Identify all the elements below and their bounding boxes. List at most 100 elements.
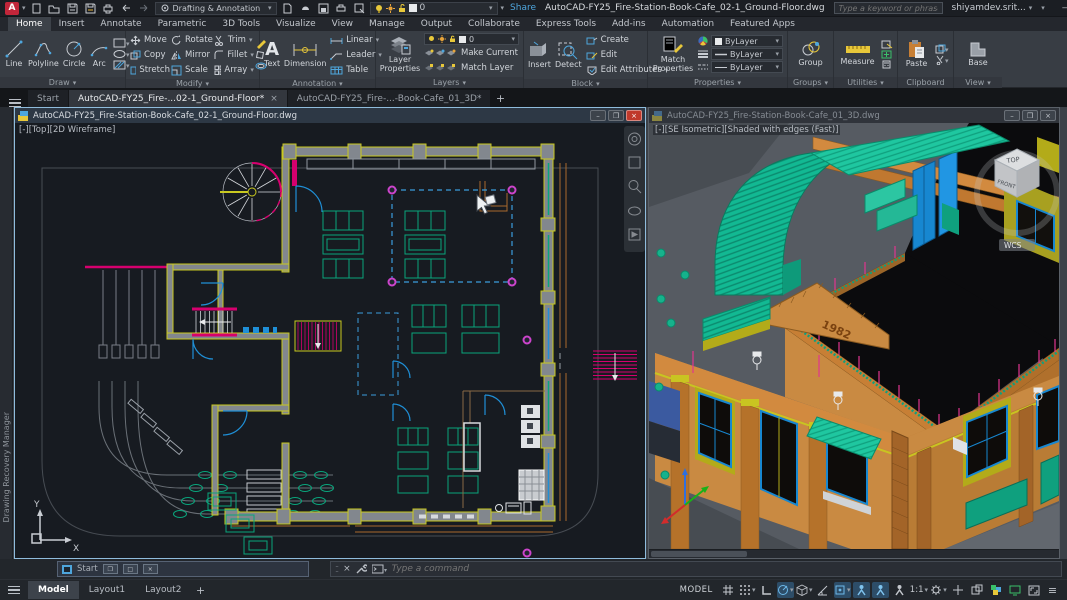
scale-button[interactable]: Scale xyxy=(171,63,213,77)
annotation-scale-value[interactable]: 1:1▾ xyxy=(910,582,928,598)
command-close-icon[interactable]: × xyxy=(343,564,351,574)
quick-select-icon[interactable] xyxy=(881,40,893,49)
plan-drawing-window[interactable]: AutoCAD-FY25_Fire-Station-Book-Cafe_02-1… xyxy=(14,107,646,559)
layer-quick-combo[interactable]: 0 ▾ xyxy=(370,2,498,15)
redo-icon[interactable] xyxy=(137,2,152,15)
drawing-recovery-panel[interactable]: Drawing Recovery Manager xyxy=(0,107,13,559)
panel-footer-clipboard[interactable]: Clipboard xyxy=(898,77,953,88)
detect-button[interactable]: Detect xyxy=(555,40,582,69)
annotation-autoscale-icon[interactable] xyxy=(872,582,889,598)
floor-plan-drawing[interactable]: Y X xyxy=(15,123,645,558)
scroll-thumb[interactable] xyxy=(651,551,747,557)
panel-footer-layers[interactable]: Layers▾ xyxy=(376,77,523,88)
tab-parametric[interactable]: Parametric xyxy=(150,17,215,31)
render-icon[interactable] xyxy=(298,2,313,15)
new-drawing-tab-button[interactable]: + xyxy=(491,90,509,107)
autodesk-dropdown-icon[interactable]: ▾ xyxy=(1041,4,1045,12)
workspace-switcher[interactable]: Drafting & Annotation ▾ xyxy=(155,2,277,15)
tab-home[interactable]: Home xyxy=(8,17,51,31)
linetype-combo[interactable]: ByLayer▾ xyxy=(711,61,783,73)
tab-manage[interactable]: Manage xyxy=(361,17,413,31)
sheet-icon[interactable] xyxy=(280,2,295,15)
qat-customize-icon[interactable]: ▾ xyxy=(501,4,505,12)
iso-horizontal-scrollbar[interactable] xyxy=(649,549,1059,558)
text-button[interactable]: A Text xyxy=(264,41,280,68)
tab-3d-tools[interactable]: 3D Tools xyxy=(214,17,268,31)
isodraft-icon[interactable]: ▾ xyxy=(796,582,813,598)
isolate-objects-icon[interactable] xyxy=(968,582,985,598)
leader-button[interactable]: Leader▾ xyxy=(330,48,382,62)
fillet-button[interactable]: Fillet▾ xyxy=(214,48,254,62)
trim-button[interactable]: Trim▾ xyxy=(214,33,254,47)
point-style-icon[interactable] xyxy=(881,50,893,59)
tab-add-ins[interactable]: Add-ins xyxy=(604,17,654,31)
snap-toggle-icon[interactable]: ▾ xyxy=(739,582,756,598)
mirror-button[interactable]: Mirror xyxy=(171,48,213,62)
base-button[interactable]: Base xyxy=(963,40,993,67)
iso-drawing-window[interactable]: AutoCAD-FY25_Fire-Station-Book-Cafe_01_3… xyxy=(648,107,1060,559)
tray-monitor-icon[interactable] xyxy=(1006,582,1023,598)
panel-footer-utilities[interactable]: Utilities▾ xyxy=(834,77,897,88)
iso-3d-drawing[interactable]: 1982 xyxy=(649,123,1059,549)
logo-dropdown-icon[interactable]: ▾ xyxy=(22,4,26,12)
tab-express-tools[interactable]: Express Tools xyxy=(528,17,604,31)
tab-view[interactable]: View xyxy=(324,17,361,31)
polyline-button[interactable]: Polyline xyxy=(28,39,59,68)
group-button[interactable]: Group xyxy=(796,40,826,67)
undo-icon[interactable] xyxy=(119,2,134,15)
line-button[interactable]: Line xyxy=(4,39,24,68)
share-button[interactable]: Share xyxy=(510,3,536,13)
tab-annotate[interactable]: Annotate xyxy=(92,17,149,31)
panel-footer-draw[interactable]: Draw▾ xyxy=(0,77,125,88)
move-button[interactable]: Move xyxy=(130,33,170,47)
customize-menu-icon[interactable]: ≡ xyxy=(1044,582,1061,598)
insert-button[interactable]: Insert xyxy=(528,40,551,69)
tab-visualize[interactable]: Visualize xyxy=(268,17,324,31)
model-space-badge[interactable]: MODEL xyxy=(675,585,718,595)
command-input[interactable] xyxy=(392,564,1057,574)
print-icon[interactable] xyxy=(334,2,349,15)
graphics-performance-icon[interactable] xyxy=(987,582,1004,598)
angle-snap-icon[interactable] xyxy=(815,582,832,598)
grid-toggle-icon[interactable] xyxy=(720,582,737,598)
selection-rectangle-2[interactable] xyxy=(358,313,398,395)
paste-button[interactable]: Paste xyxy=(903,39,931,68)
stretch-button[interactable]: Stretch xyxy=(130,63,170,77)
command-prompt-icon[interactable]: ▾ xyxy=(372,564,387,574)
plan-close-button[interactable]: × xyxy=(626,110,642,121)
plan-window-titlebar[interactable]: AutoCAD-FY25_Fire-Station-Book-Cafe_02-1… xyxy=(15,108,645,123)
workspace-gear-icon[interactable]: ▾ xyxy=(930,582,947,598)
tab-output[interactable]: Output xyxy=(413,17,460,31)
tab-automation[interactable]: Automation xyxy=(654,17,722,31)
command-grip-handle[interactable]: ⁚⁚ xyxy=(335,565,338,574)
panel-footer-view[interactable]: View▾ xyxy=(954,77,1002,88)
new-file-icon[interactable] xyxy=(29,2,44,15)
layout-menu-icon[interactable] xyxy=(0,586,28,595)
layout1-tab[interactable]: Layout1 xyxy=(79,581,135,599)
plot-icon[interactable] xyxy=(101,2,116,15)
linear-button[interactable]: Linear▾ xyxy=(330,33,382,47)
minimized-start-window[interactable]: Start ❒ □ × xyxy=(57,561,309,577)
mini-restore-button[interactable]: ❒ xyxy=(103,564,118,574)
osnap-icon[interactable]: ▾ xyxy=(834,582,851,598)
measure-button[interactable]: Measure xyxy=(838,41,877,66)
layer-properties-button[interactable]: Layer Properties xyxy=(380,35,420,73)
tab-close-icon[interactable]: × xyxy=(270,94,278,104)
file-tab-ground-floor[interactable]: AutoCAD-FY25_Fire-...02-1_Ground-Floor*× xyxy=(69,90,287,107)
new-layout-button[interactable]: + xyxy=(191,582,209,599)
plan-minimize-button[interactable]: – xyxy=(590,110,606,121)
panel-footer-block[interactable]: Block▾ xyxy=(524,79,647,88)
table-button[interactable]: Table xyxy=(330,63,382,77)
layout2-tab[interactable]: Layout2 xyxy=(135,581,191,599)
lineweight-combo[interactable]: ByLayer▾ xyxy=(711,48,783,60)
wrench-icon[interactable] xyxy=(356,564,367,574)
panel-footer-modify[interactable]: Modify▾ xyxy=(126,79,259,88)
selection-rectangle[interactable] xyxy=(392,190,512,282)
clean-screen-icon[interactable] xyxy=(1025,582,1042,598)
file-tab-3d[interactable]: AutoCAD-FY25_Fire-...-Book-Cafe_01_3D* xyxy=(288,90,491,107)
polar-tracking-icon[interactable]: ▾ xyxy=(777,582,794,598)
iso-viewport-label[interactable]: [-][SE Isometric][Shaded with edges (Fas… xyxy=(653,125,840,135)
command-line[interactable]: ⁚⁚ × ▾ xyxy=(330,561,1062,577)
mini-maximize-button[interactable]: □ xyxy=(123,564,138,574)
plan-viewport-label[interactable]: [-][Top][2D Wireframe] xyxy=(19,125,115,135)
